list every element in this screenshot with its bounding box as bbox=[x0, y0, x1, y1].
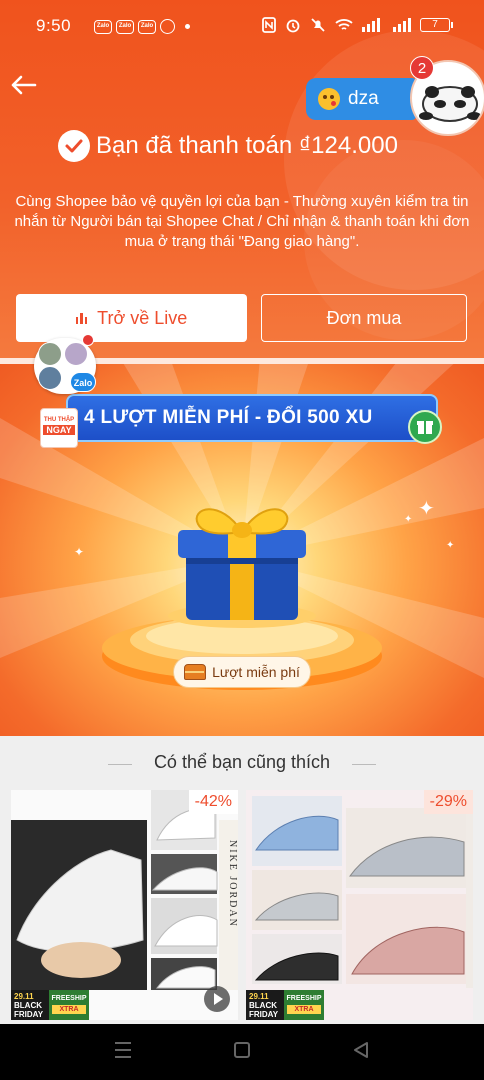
black-friday-badge: 29.11 BLACK FRIDAY bbox=[11, 990, 49, 1020]
collect-bottom-text: NGAY bbox=[43, 425, 75, 435]
promo-strip: 29.11 BLACK FRIDAY FREESHIP XTRA bbox=[246, 990, 324, 1020]
alarm-icon bbox=[286, 19, 300, 33]
freeship-badge: FREESHIP XTRA bbox=[284, 990, 324, 1020]
wifi-icon bbox=[335, 19, 353, 30]
product-image bbox=[11, 790, 238, 1020]
product-image bbox=[246, 790, 473, 1020]
xtra-text: XTRA bbox=[287, 1005, 321, 1014]
promo-event: BLACK FRIDAY bbox=[14, 1001, 44, 1019]
discount-badge: -42% bbox=[188, 790, 238, 814]
system-navigation-bar bbox=[0, 1024, 484, 1080]
orders-button[interactable]: Đơn mua bbox=[261, 294, 467, 342]
promo-strip: 29.11 BLACK FRIDAY FREESHIP XTRA bbox=[11, 990, 89, 1020]
avatar bbox=[64, 342, 88, 366]
avatar bbox=[38, 366, 62, 390]
brand-vertical-text: NIKE JORDAN bbox=[227, 840, 238, 928]
check-circle-icon bbox=[58, 130, 90, 162]
promo-date: 29.11 bbox=[249, 992, 269, 1001]
home-icon[interactable] bbox=[233, 1040, 251, 1060]
protection-note: Cùng Shopee bảo vệ quyền lợi của bạn - T… bbox=[14, 193, 470, 250]
recent-apps-icon[interactable] bbox=[114, 1040, 132, 1060]
battery-icon: 7 bbox=[420, 18, 453, 32]
sparkle-icon: ✦ bbox=[404, 514, 413, 525]
gift-icon[interactable] bbox=[408, 410, 442, 444]
chat-bubble-text: dza bbox=[348, 88, 379, 109]
back-to-live-button[interactable]: Trở về Live bbox=[16, 294, 247, 342]
treasure-chest-icon bbox=[184, 664, 207, 680]
chat-badge-count: 2 bbox=[410, 56, 434, 80]
signal-2-icon bbox=[393, 18, 411, 32]
chat-bubble[interactable]: dza bbox=[306, 78, 416, 120]
back-arrow-icon[interactable] bbox=[8, 70, 38, 100]
zalo-unread-dot bbox=[82, 334, 94, 346]
payment-text: Bạn đã thanh toán ₫124.000 bbox=[96, 132, 398, 159]
collect-top-text: THU THẬP bbox=[43, 417, 75, 423]
freeship-text: FREESHIP bbox=[286, 995, 322, 1002]
system-icons: 7 bbox=[262, 17, 453, 33]
promo-date: 29.11 bbox=[14, 992, 34, 1001]
messenger-notification-icon bbox=[160, 19, 175, 34]
promo-event: BLACK FRIDAY bbox=[249, 1001, 279, 1019]
payment-status: Bạn đã thanh toán ₫124.000 bbox=[58, 130, 398, 162]
freeship-text: FREESHIP bbox=[51, 995, 87, 1002]
zalo-notification-icon: Zalo bbox=[138, 19, 156, 34]
status-bar: 9:50 Zalo Zalo Zalo 7 bbox=[0, 10, 484, 42]
product-card[interactable]: NIKE JORDAN -42% 29.11 BLACK FRIDAY FREES… bbox=[11, 790, 238, 1020]
mute-icon bbox=[311, 18, 325, 32]
play-video-icon[interactable] bbox=[204, 986, 230, 1012]
back-to-live-label: Trở về Live bbox=[97, 307, 188, 328]
product-card[interactable]: -29% 29.11 BLACK FRIDAY FREESHIP XTRA bbox=[246, 790, 473, 1020]
free-turn-button[interactable]: Lượt miễn phí bbox=[173, 656, 311, 688]
sparkle-icon: ✦ bbox=[446, 540, 455, 551]
sparkle-icon: ✦ bbox=[74, 545, 85, 559]
signal-icon bbox=[362, 18, 380, 32]
recommendations-title: Có thể bạn cũng thích bbox=[153, 752, 331, 772]
zalo-notification-icon: Zalo bbox=[94, 19, 112, 34]
divider bbox=[352, 764, 376, 765]
xtra-text: XTRA bbox=[52, 1005, 86, 1014]
kiss-emoji-icon bbox=[318, 88, 340, 110]
collect-now-badge[interactable]: THU THẬP NGAY bbox=[40, 408, 78, 448]
freeship-badge: FREESHIP XTRA bbox=[49, 990, 89, 1020]
avatar bbox=[38, 342, 62, 366]
sparkle-icon: ✦ bbox=[418, 498, 435, 520]
back-nav-icon[interactable] bbox=[352, 1040, 370, 1060]
status-time: 9:50 bbox=[36, 16, 72, 35]
live-bars-icon bbox=[75, 312, 88, 324]
notification-icons: Zalo Zalo Zalo bbox=[94, 19, 190, 34]
free-turns-banner[interactable]: 4 LƯỢT MIỄN PHÍ - ĐỔI 500 XU bbox=[66, 394, 438, 442]
black-friday-badge: 29.11 BLACK FRIDAY bbox=[246, 990, 284, 1020]
discount-badge: -29% bbox=[423, 790, 473, 814]
zalo-notification-icon: Zalo bbox=[116, 19, 134, 34]
free-turn-label: Lượt miễn phí bbox=[212, 664, 300, 680]
more-notifications-icon bbox=[185, 24, 190, 29]
nfc-icon bbox=[262, 17, 276, 33]
zalo-tag: Zalo bbox=[70, 372, 96, 392]
